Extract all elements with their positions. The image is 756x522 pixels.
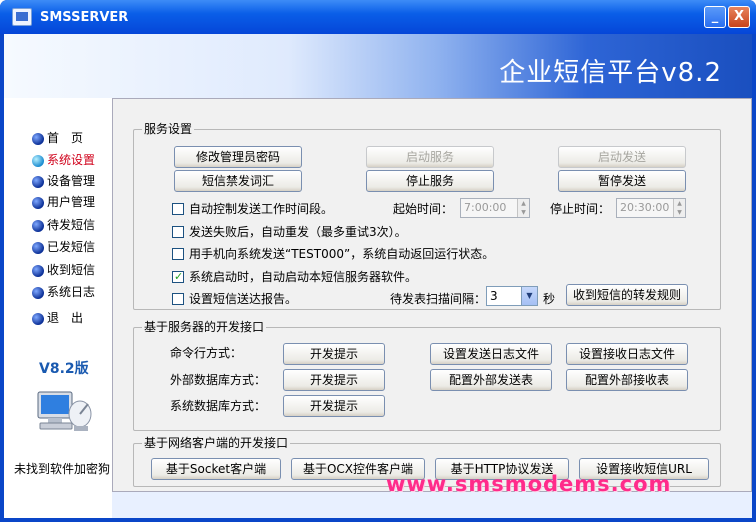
change-admin-password-button[interactable]: 修改管理员密码: [174, 146, 302, 168]
start-sending-button[interactable]: 启动发送: [558, 146, 686, 168]
minimize-button[interactable]: _: [704, 6, 726, 28]
version-label: V8.2版: [39, 361, 89, 377]
client-area: 企业短信平台v8.2 首 页 系统设置 设备管理 用户管理 待发短信 已发短信 …: [4, 34, 752, 518]
window-title: SMSSERVER: [40, 10, 129, 25]
sys-db-label: 系统数据库方式：: [170, 399, 267, 413]
stop-time-label: 停止时间：: [550, 202, 611, 216]
stop-time-input[interactable]: 20:30:00 ▲ ▼: [616, 198, 686, 218]
banner: 企业短信平台v8.2: [4, 34, 752, 98]
dongle-status: 未找到软件加密狗: [14, 462, 111, 476]
computer-satellite-icon: [37, 391, 92, 431]
scan-unit-label: 秒: [543, 292, 556, 306]
bullet-icon: [32, 287, 44, 299]
ext-db-dev-hint-button[interactable]: 开发提示: [283, 369, 385, 391]
bullet-icon: [32, 176, 44, 188]
server-dev-label: 基于服务器的开发接口: [142, 320, 267, 334]
checkbox-box[interactable]: [172, 203, 184, 215]
watermark: www.smsmodems.com: [386, 472, 672, 496]
service-settings-group: 服务设置 修改管理员密码 启动服务 启动发送 短信禁发词汇 停止服务 暂停发送 …: [133, 122, 721, 310]
checkbox-box[interactable]: [172, 248, 184, 260]
time-spinner-icon[interactable]: ▲ ▼: [517, 199, 529, 217]
ext-db-label: 外部数据库方式：: [170, 373, 267, 387]
client-dev-label: 基于网络客户端的开发接口: [142, 436, 291, 450]
service-settings-label: 服务设置: [142, 122, 195, 136]
bullet-icon: [32, 313, 44, 325]
bullet-icon: [32, 242, 44, 254]
checkbox-box[interactable]: [172, 293, 184, 305]
scan-interval-select[interactable]: 3 ▼: [486, 286, 538, 306]
pause-sending-button[interactable]: 暂停发送: [558, 170, 686, 192]
start-time-input[interactable]: 7:00:00 ▲ ▼: [460, 198, 530, 218]
sidebar: 首 页 系统设置 设备管理 用户管理 待发短信 已发短信 收到短信 系统日志 退…: [4, 98, 112, 518]
checkbox-box[interactable]: [172, 226, 184, 238]
bullet-icon: [32, 133, 44, 145]
banner-title: 企业短信平台v8.2: [499, 58, 722, 88]
ext-send-table-button[interactable]: 配置外部发送表: [430, 369, 552, 391]
app-window: SMSSERVER _ X 企业短信平台v8.2 首 页 系统设置 设备管理 用…: [0, 0, 756, 522]
ext-recv-table-button[interactable]: 配置外部接收表: [566, 369, 688, 391]
cmdline-label: 命令行方式：: [170, 346, 243, 360]
recv-log-file-button[interactable]: 设置接收日志文件: [566, 343, 688, 365]
server-dev-group: 基于服务器的开发接口 命令行方式： 外部数据库方式： 系统数据库方式： 开发提示…: [133, 320, 721, 431]
bullet-icon: [32, 155, 44, 167]
send-log-file-button[interactable]: 设置发送日志文件: [430, 343, 552, 365]
socket-client-button[interactable]: 基于Socket客户端: [151, 458, 281, 480]
main-panel: 服务设置 修改管理员密码 启动服务 启动发送 短信禁发词汇 停止服务 暂停发送 …: [112, 98, 752, 492]
dropdown-arrow-icon[interactable]: ▼: [521, 287, 537, 305]
app-icon: [12, 8, 32, 26]
cmdline-dev-hint-button[interactable]: 开发提示: [283, 343, 385, 365]
scan-interval-label: 待发表扫描间隔：: [390, 292, 487, 306]
checkbox-box[interactable]: [172, 269, 184, 285]
bullet-icon: [32, 265, 44, 277]
stop-service-button[interactable]: 停止服务: [366, 170, 494, 192]
close-button[interactable]: X: [728, 6, 750, 28]
start-service-button[interactable]: 启动服务: [366, 146, 494, 168]
start-time-label: 起始时间：: [393, 202, 454, 216]
time-spinner-icon[interactable]: ▲ ▼: [673, 199, 685, 217]
sys-db-dev-hint-button[interactable]: 开发提示: [283, 395, 385, 417]
forward-rules-button[interactable]: 收到短信的转发规则: [566, 284, 688, 306]
bullet-icon: [32, 220, 44, 232]
banned-words-button[interactable]: 短信禁发词汇: [174, 170, 302, 192]
title-bar[interactable]: SMSSERVER _ X: [0, 0, 756, 34]
bullet-icon: [32, 197, 44, 209]
